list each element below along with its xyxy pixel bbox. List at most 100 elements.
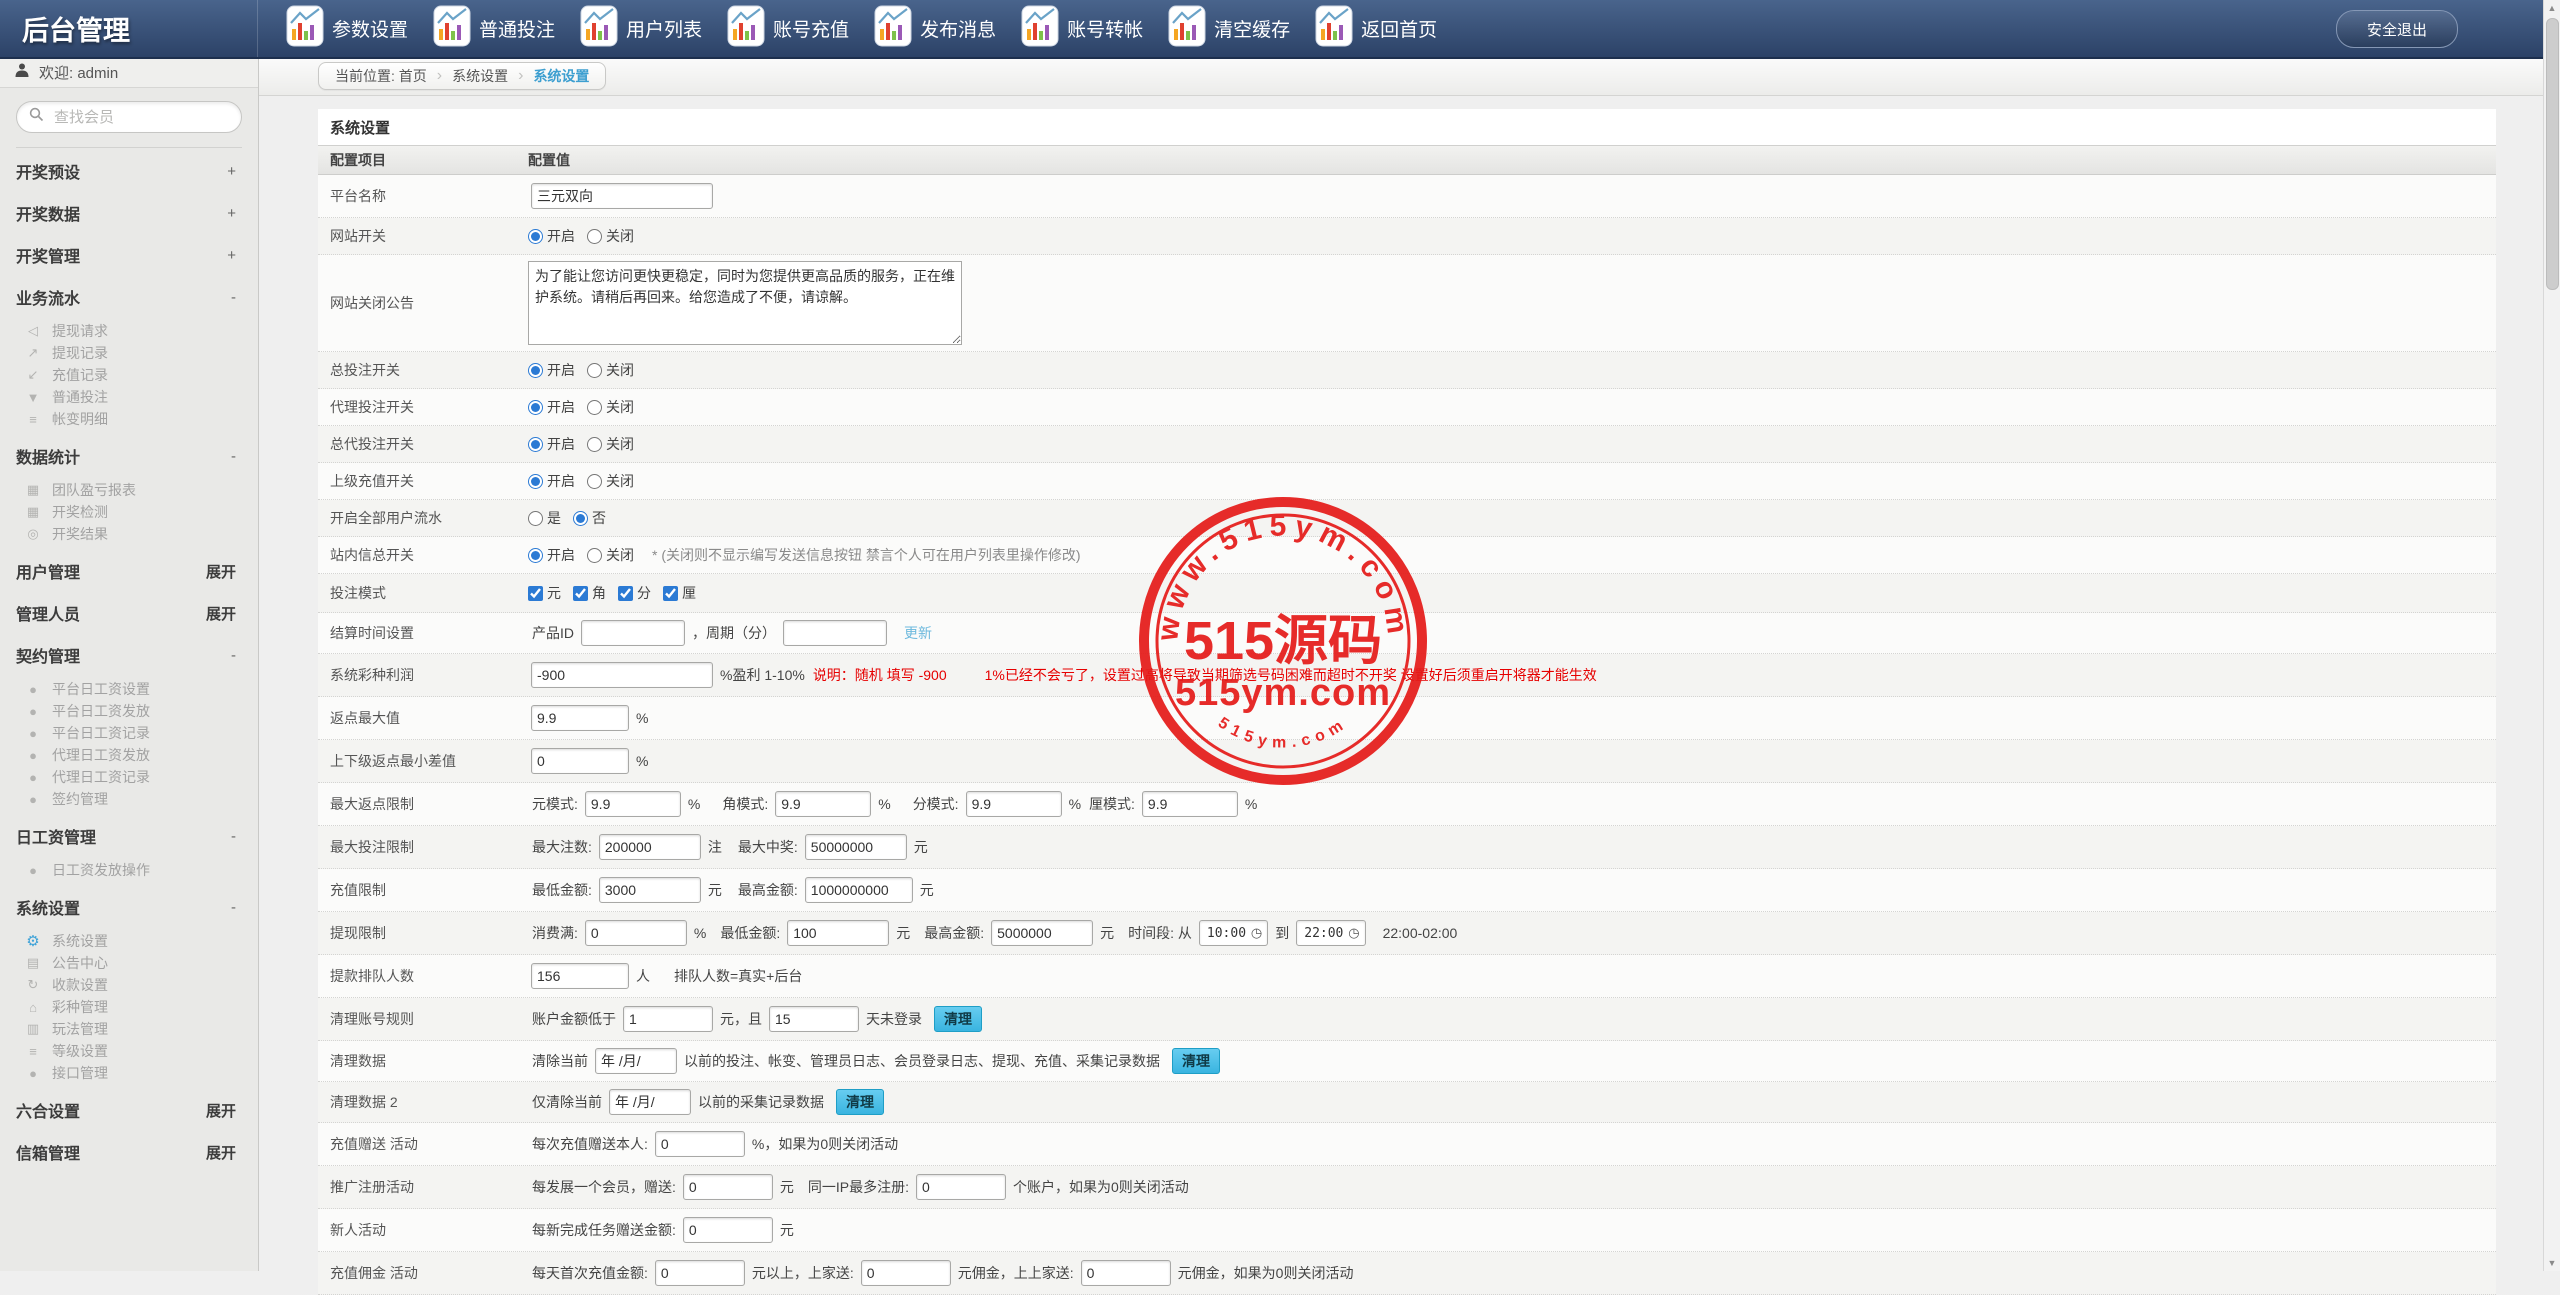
sidebar-item[interactable]: ◁提现请求 (0, 320, 258, 342)
sidebar-section-header[interactable]: 用户管理展开 (0, 550, 258, 592)
product-id-input[interactable] (581, 620, 685, 646)
text-input[interactable] (655, 1260, 745, 1286)
sidebar-item[interactable]: ▼普通投注 (0, 386, 258, 408)
period-input[interactable] (783, 620, 887, 646)
sidebar-item[interactable]: ●接口管理 (0, 1062, 258, 1084)
time-input[interactable] (1205, 925, 1251, 942)
text-input[interactable] (966, 791, 1062, 817)
checkbox-option[interactable]: 角 (573, 583, 606, 603)
sidebar-item[interactable]: ▦团队盈亏报表 (0, 479, 258, 501)
sidebar-item[interactable]: ↻收款设置 (0, 974, 258, 996)
text-input[interactable] (861, 1260, 951, 1286)
breadcrumb-item[interactable]: 系统设置 (452, 66, 508, 86)
checkbox-input[interactable] (573, 586, 588, 601)
sidebar-item[interactable]: ●平台日工资设置 (0, 678, 258, 700)
scrollbar-thumb[interactable] (2546, 18, 2559, 290)
sidebar-item[interactable]: ▥玩法管理 (0, 1018, 258, 1040)
rebate-max-input[interactable] (531, 705, 629, 731)
member-search-box[interactable] (16, 101, 242, 133)
clean-button[interactable]: 清理 (836, 1089, 884, 1115)
sidebar-item[interactable]: ▦开奖检测 (0, 501, 258, 523)
update-link[interactable]: 更新 (904, 623, 932, 643)
text-input[interactable] (599, 877, 701, 903)
radio-option[interactable]: 关闭 (587, 360, 634, 380)
sidebar-section-header[interactable]: 管理人员展开 (0, 592, 258, 634)
section-toggle-icon[interactable]: - (231, 289, 242, 306)
nav-item[interactable]: 参数设置 (286, 5, 408, 53)
logout-button[interactable]: 安全退出 (2336, 10, 2458, 48)
lottery-profit-input[interactable] (531, 662, 713, 688)
scroll-up-icon[interactable]: ▲ (2544, 0, 2560, 16)
section-toggle-icon[interactable]: + (227, 247, 242, 264)
time-picker[interactable]: ◷ (1296, 920, 1365, 946)
radio-input[interactable] (528, 437, 543, 452)
text-input[interactable] (769, 1006, 859, 1032)
radio-input[interactable] (528, 511, 543, 526)
sidebar-item[interactable]: ●平台日工资记录 (0, 722, 258, 744)
text-input[interactable] (655, 1131, 745, 1157)
section-toggle-icon[interactable]: 展开 (206, 1100, 242, 1121)
nav-item[interactable]: 账号充值 (727, 5, 849, 53)
close-notice-textarea[interactable]: 为了能让您访问更快更稳定，同时为您提供更高品质的服务，正在维护系统。请稍后再回来… (528, 261, 962, 345)
sidebar-item[interactable]: ↙充值记录 (0, 364, 258, 386)
text-input[interactable] (805, 877, 913, 903)
sidebar-item[interactable]: ⌂彩种管理 (0, 996, 258, 1018)
clean-date2-input[interactable] (609, 1089, 691, 1115)
sidebar-section-header[interactable]: 系统设置- (0, 886, 258, 928)
text-input[interactable] (683, 1217, 773, 1243)
nav-item[interactable]: 账号转帐 (1021, 5, 1143, 53)
sidebar-section-header[interactable]: 开奖预设+ (0, 150, 258, 192)
nav-item[interactable]: 返回首页 (1315, 5, 1437, 53)
text-input[interactable] (991, 920, 1093, 946)
section-toggle-icon[interactable]: 展开 (206, 1142, 242, 1163)
sidebar-section-header[interactable]: 开奖数据+ (0, 192, 258, 234)
sidebar-item[interactable]: ⚙系统设置 (0, 930, 258, 952)
radio-input[interactable] (528, 548, 543, 563)
radio-input[interactable] (587, 400, 602, 415)
nav-item[interactable]: 发布消息 (874, 5, 996, 53)
sidebar-item[interactable]: ●代理日工资记录 (0, 766, 258, 788)
section-toggle-icon[interactable]: + (227, 163, 242, 180)
radio-option[interactable]: 关闭 (587, 545, 634, 565)
section-toggle-icon[interactable]: - (231, 899, 242, 916)
section-toggle-icon[interactable]: 展开 (206, 603, 242, 624)
radio-option[interactable]: 否 (573, 508, 606, 528)
radio-input[interactable] (528, 229, 543, 244)
sidebar-item[interactable]: ▤公告中心 (0, 952, 258, 974)
sidebar-section-header[interactable]: 业务流水- (0, 276, 258, 318)
radio-input[interactable] (587, 363, 602, 378)
section-toggle-icon[interactable]: - (231, 448, 242, 465)
radio-input[interactable] (528, 363, 543, 378)
radio-option[interactable]: 开启 (528, 397, 575, 417)
text-input[interactable] (1081, 1260, 1171, 1286)
sidebar-item[interactable]: ◎开奖结果 (0, 523, 258, 545)
text-input[interactable] (683, 1174, 773, 1200)
vertical-scrollbar[interactable]: ▲ ▼ (2543, 0, 2560, 1271)
clean-button[interactable]: 清理 (1172, 1048, 1220, 1074)
sidebar-section-header[interactable]: 契约管理- (0, 634, 258, 676)
radio-option[interactable]: 是 (528, 508, 561, 528)
section-toggle-icon[interactable]: - (231, 647, 242, 664)
text-input[interactable] (585, 791, 681, 817)
sidebar-item[interactable]: ≡等级设置 (0, 1040, 258, 1062)
checkbox-option[interactable]: 厘 (663, 583, 696, 603)
text-input[interactable] (805, 834, 907, 860)
nav-item[interactable]: 清空缓存 (1168, 5, 1290, 53)
radio-input[interactable] (587, 548, 602, 563)
checkbox-option[interactable]: 元 (528, 583, 561, 603)
clean-button[interactable]: 清理 (934, 1006, 982, 1032)
radio-option[interactable]: 关闭 (587, 397, 634, 417)
radio-option[interactable]: 关闭 (587, 226, 634, 246)
section-toggle-icon[interactable]: + (227, 205, 242, 222)
clean-date-input[interactable] (595, 1048, 677, 1074)
text-input[interactable] (775, 791, 871, 817)
text-input[interactable] (623, 1006, 713, 1032)
radio-input[interactable] (587, 229, 602, 244)
sidebar-section-header[interactable]: 数据统计- (0, 435, 258, 477)
radio-option[interactable]: 开启 (528, 545, 575, 565)
text-input[interactable] (787, 920, 889, 946)
rebate-diff-input[interactable] (531, 748, 629, 774)
sidebar-section-header[interactable]: 日工资管理- (0, 815, 258, 857)
text-input[interactable] (585, 920, 687, 946)
checkbox-input[interactable] (618, 586, 633, 601)
